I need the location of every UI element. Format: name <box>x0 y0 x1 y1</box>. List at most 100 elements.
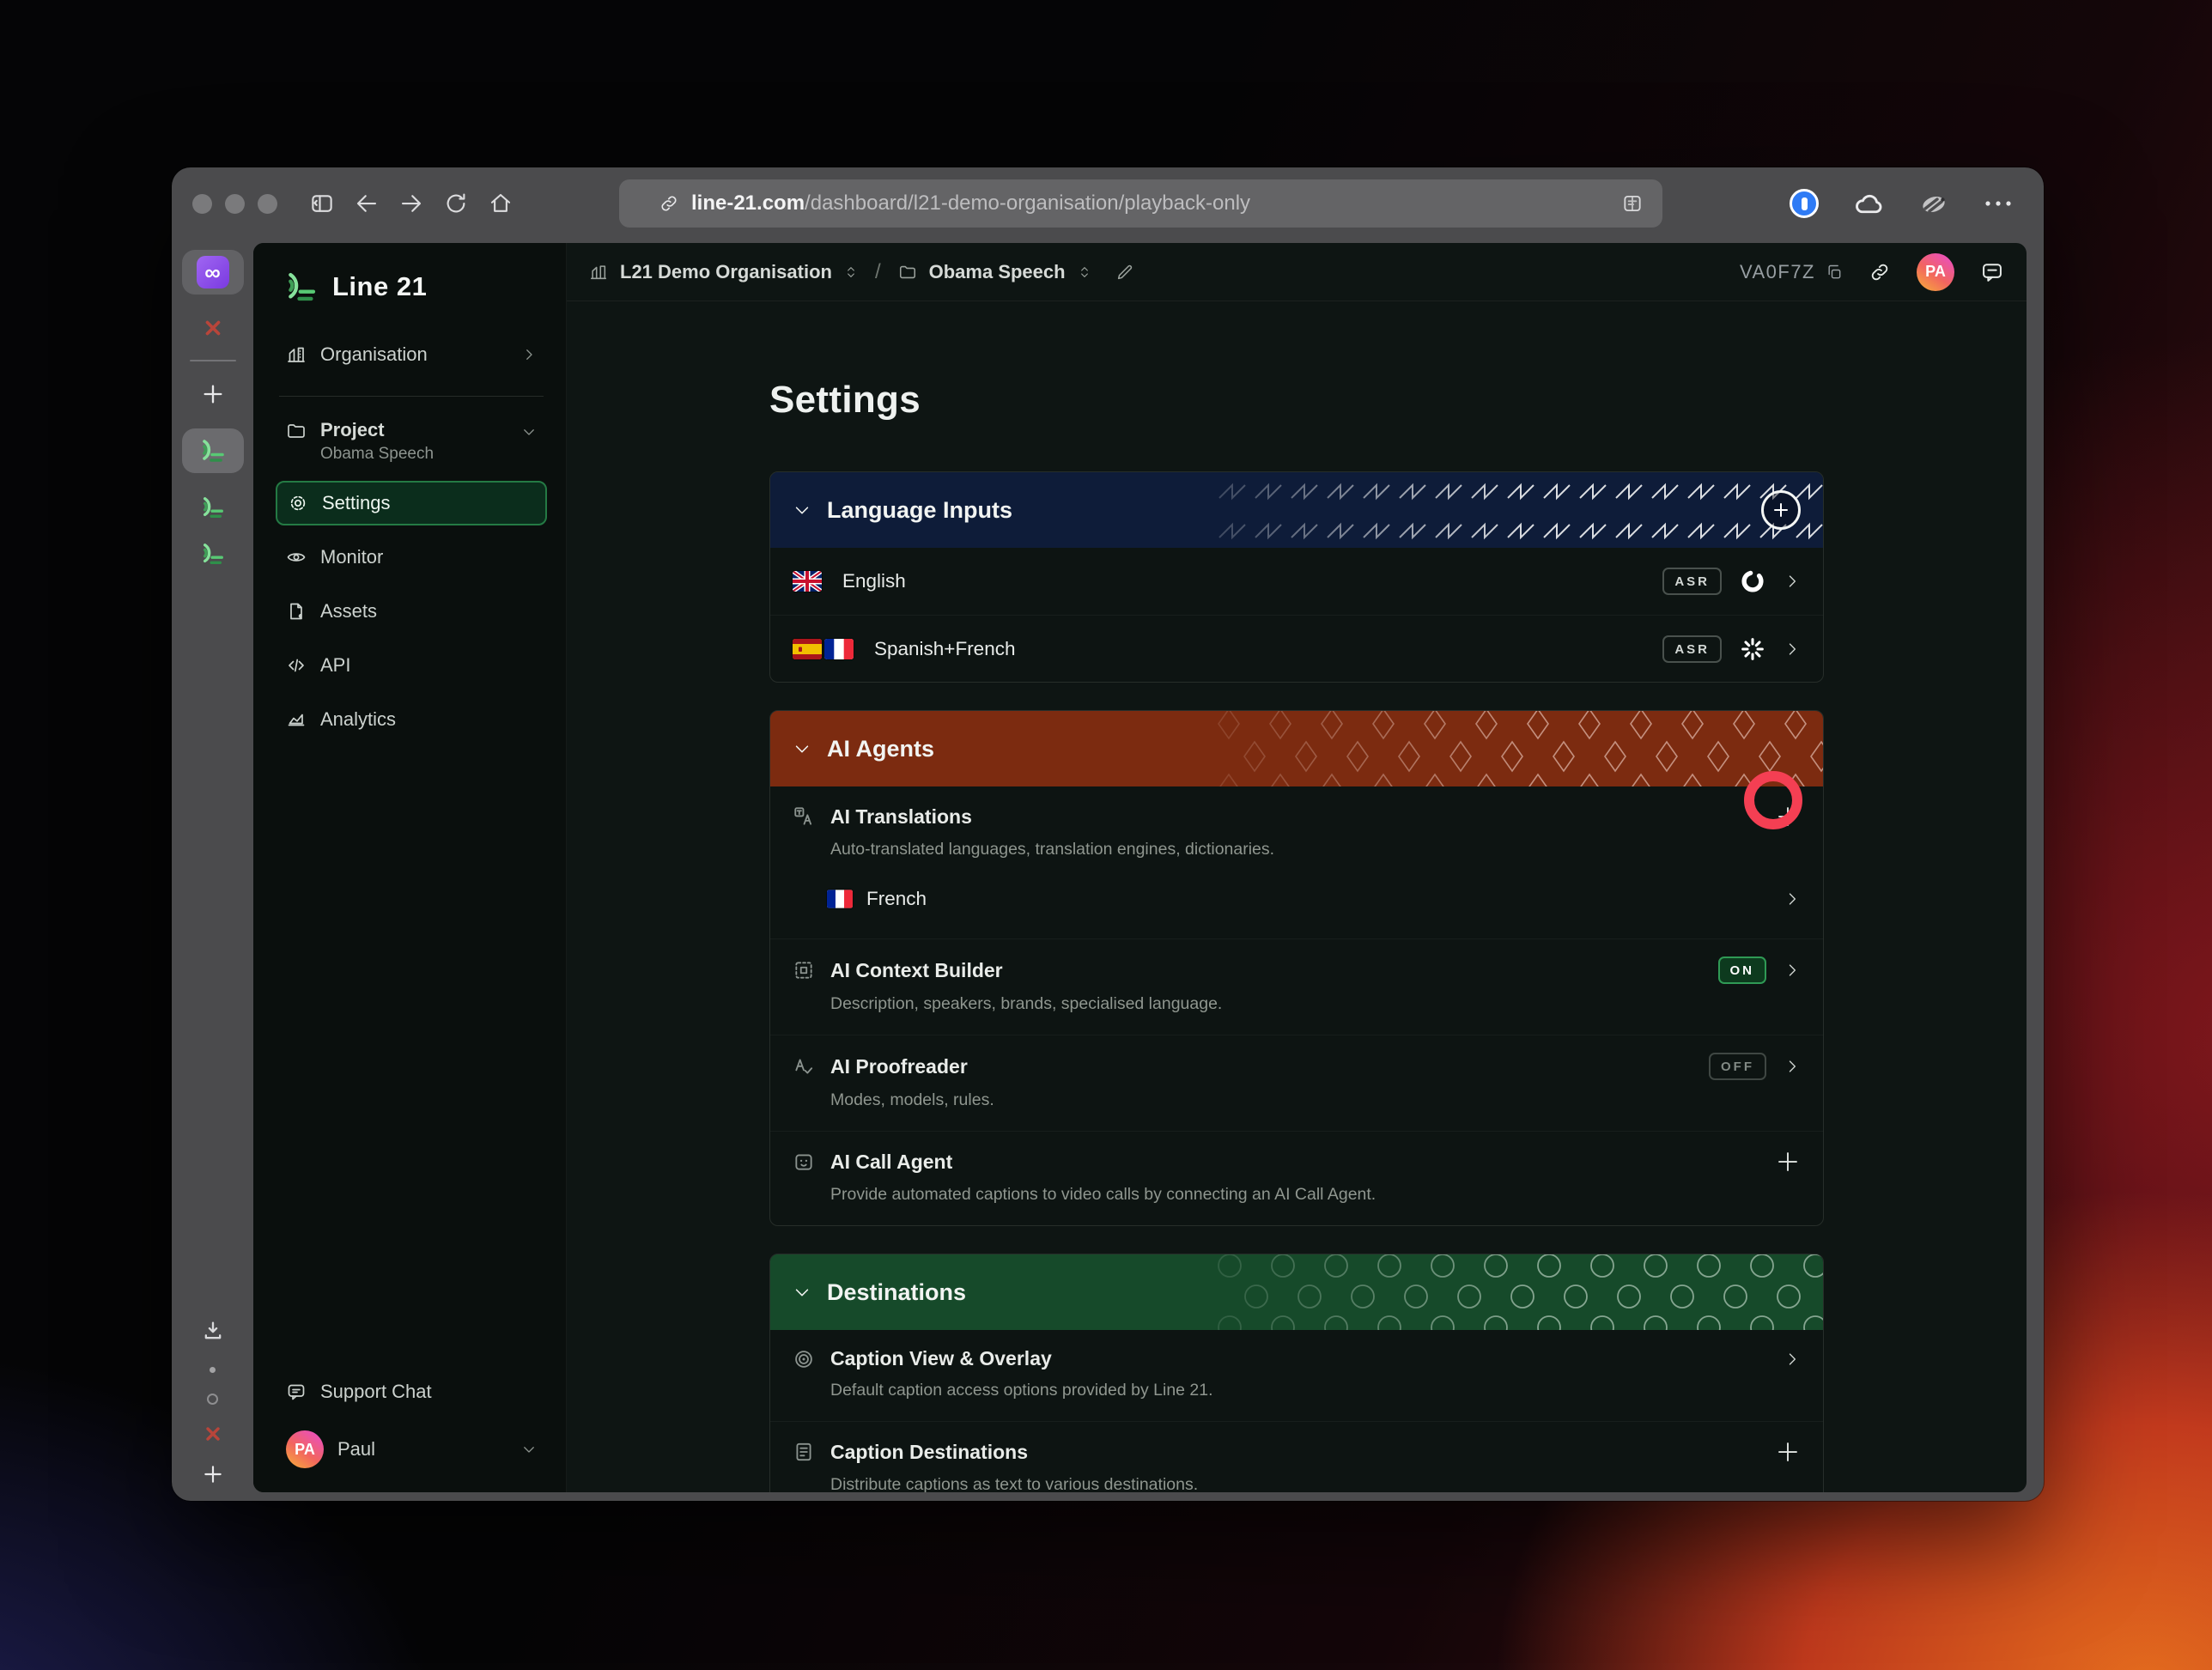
main-area: L21 Demo Organisation / Obama Speech <box>567 243 2027 1492</box>
sidebar-item-organisation[interactable]: Organisation <box>276 332 547 377</box>
cloud-icon[interactable] <box>1853 191 1884 216</box>
selector-icon[interactable] <box>1078 264 1091 281</box>
language-label: English <box>842 570 906 592</box>
agent-ai-context-builder[interactable]: AI Context Builder ON Description, speak… <box>770 938 1823 1035</box>
chevron-right-icon[interactable] <box>1784 641 1801 658</box>
sidebar-toggle-icon[interactable] <box>300 185 344 222</box>
avatar[interactable]: PA <box>1917 253 1954 291</box>
new-tab-icon[interactable] <box>201 382 225 406</box>
chevron-right-icon[interactable] <box>1784 1058 1801 1075</box>
agent-subtitle: Description, speakers, brands, specialis… <box>830 994 1801 1014</box>
logo[interactable]: Line 21 <box>276 265 547 303</box>
link-icon <box>659 193 679 214</box>
breadcrumb-organisation[interactable]: L21 Demo Organisation <box>620 261 832 283</box>
closed-tab-icon[interactable] <box>202 317 224 339</box>
building-icon <box>589 263 608 282</box>
reload-icon[interactable] <box>434 185 478 222</box>
reader-grid-icon[interactable] <box>1621 192 1644 215</box>
agent-subtitle: Provide automated captions to video call… <box>830 1185 1801 1205</box>
downloads-icon[interactable] <box>201 1319 225 1343</box>
app-sidebar: Line 21 Organisation <box>253 243 567 1492</box>
back-icon[interactable] <box>344 185 389 222</box>
chevron-right-icon[interactable] <box>1784 962 1801 979</box>
edit-pencil-icon[interactable] <box>1115 263 1134 282</box>
language-inputs-card: Language Inputs English <box>769 471 1824 683</box>
chevron-right-icon[interactable] <box>1784 1351 1801 1368</box>
feedback-chat-icon[interactable] <box>1980 260 2004 284</box>
home-icon[interactable] <box>478 185 523 222</box>
browser-toolbar: line-21.com/dashboard/l21-demo-organisat… <box>172 167 2044 240</box>
badger-extension-icon[interactable] <box>1918 191 1949 216</box>
logo-text: Line 21 <box>332 271 427 302</box>
selector-icon[interactable] <box>844 264 858 281</box>
pinned-app-tab[interactable]: ∞ <box>182 250 244 295</box>
purple-app-icon: ∞ <box>197 256 229 288</box>
sidebar-item-label: API <box>320 654 537 677</box>
chevron-down-icon[interactable] <box>793 739 811 758</box>
language-row-spanish-french[interactable]: Spanish+French ASR <box>770 615 1823 682</box>
add-call-agent-button[interactable] <box>1775 1149 1801 1175</box>
ai-agents-header[interactable]: AI Agents <box>770 711 1823 786</box>
address-bar[interactable]: line-21.com/dashboard/l21-demo-organisat… <box>619 179 1662 228</box>
engine-ring-icon <box>1739 568 1766 595</box>
destination-caption-destinations[interactable]: Caption Destinations Distribute captions… <box>770 1421 1823 1492</box>
project-name: Obama Speech <box>320 445 507 464</box>
settings-page: Settings <box>567 301 2027 1492</box>
avatar: PA <box>286 1430 324 1468</box>
tab-line21-3[interactable] <box>199 542 227 566</box>
chevron-right-icon[interactable] <box>1784 890 1801 908</box>
asr-badge: ASR <box>1662 568 1722 595</box>
user-name: Paul <box>337 1438 507 1460</box>
forward-icon[interactable] <box>389 185 434 222</box>
sidebar-item-settings[interactable]: Settings <box>276 481 547 525</box>
share-link-icon[interactable] <box>1869 261 1891 283</box>
ai-agents-card: AI Agents AI Translations <box>769 710 1824 1226</box>
context-builder-icon <box>793 959 815 981</box>
user-menu[interactable]: PA Paul <box>276 1424 547 1475</box>
translation-row-french[interactable]: French <box>827 871 1801 926</box>
zoom-window-button[interactable] <box>258 194 277 214</box>
minimize-window-button[interactable] <box>225 194 245 214</box>
copy-icon[interactable] <box>1826 264 1843 281</box>
password-manager-icon[interactable] <box>1790 189 1819 218</box>
section-title: Language Inputs <box>827 497 1012 524</box>
language-inputs-header[interactable]: Language Inputs <box>770 472 1823 548</box>
toolbar-extensions <box>1790 189 2013 218</box>
agent-ai-translations[interactable]: AI Translations Auto-translated language… <box>770 786 1823 938</box>
sidebar-item-project[interactable]: Project Obama Speech <box>276 419 547 464</box>
sidebar-item-api[interactable]: API <box>276 643 547 688</box>
closed-tab-icon-2[interactable] <box>203 1424 223 1444</box>
more-menu-icon[interactable] <box>1984 199 2013 208</box>
sidebar-item-monitor[interactable]: Monitor <box>276 535 547 580</box>
chevron-down-icon[interactable] <box>793 501 811 519</box>
agent-ai-proofreader[interactable]: AI Proofreader OFF Modes, models, rules. <box>770 1035 1823 1131</box>
chevron-right-icon[interactable] <box>1784 573 1801 590</box>
close-window-button[interactable] <box>192 194 212 214</box>
active-tab-line21[interactable] <box>182 428 244 473</box>
document-icon <box>793 1441 815 1463</box>
language-label: Spanish+French <box>874 638 1015 660</box>
add-language-input-button[interactable] <box>1761 490 1801 530</box>
agent-title: AI Context Builder <box>830 959 1003 982</box>
line21-logo-icon <box>283 270 320 303</box>
agent-subtitle: Modes, models, rules. <box>830 1090 1801 1110</box>
off-badge: OFF <box>1709 1053 1766 1080</box>
agent-ai-call-agent[interactable]: AI Call Agent Provide automated captions… <box>770 1131 1823 1225</box>
add-caption-destination-button[interactable] <box>1775 1439 1801 1465</box>
agent-subtitle: Auto-translated languages, translation e… <box>830 840 1801 859</box>
tab-line21-2[interactable] <box>199 495 227 519</box>
france-flag-icon <box>824 639 854 659</box>
uk-flag-icon <box>793 571 822 592</box>
destinations-header[interactable]: Destinations <box>770 1254 1823 1330</box>
new-tab-icon-2[interactable] <box>202 1463 224 1485</box>
sidebar-item-label: Analytics <box>320 708 537 731</box>
sidebar-item-assets[interactable]: Assets <box>276 589 547 634</box>
code-icon <box>286 655 307 676</box>
destination-caption-view-overlay[interactable]: Caption View & Overlay Default caption a… <box>770 1330 1823 1421</box>
sidebar-item-support-chat[interactable]: Support Chat <box>276 1369 547 1414</box>
breadcrumb-project[interactable]: Obama Speech <box>929 261 1066 283</box>
session-code-group: VA0F7Z <box>1740 261 1843 283</box>
language-row-english[interactable]: English ASR <box>770 548 1823 615</box>
sidebar-item-analytics[interactable]: Analytics <box>276 697 547 742</box>
chevron-down-icon[interactable] <box>793 1283 811 1302</box>
